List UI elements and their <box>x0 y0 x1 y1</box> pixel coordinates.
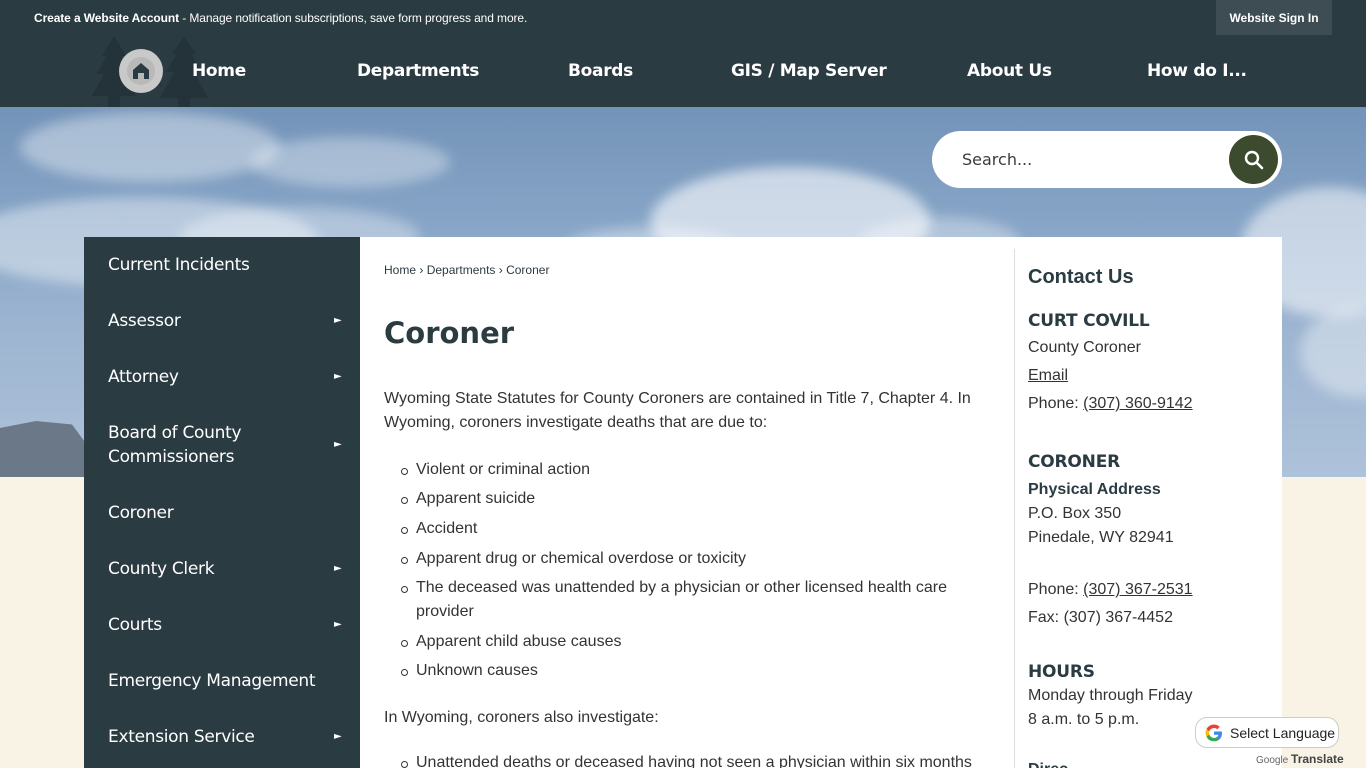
department-name: CORONER <box>1028 452 1121 472</box>
submenu-arrow-icon[interactable]: ► <box>334 619 342 630</box>
submenu-arrow-icon[interactable]: ► <box>334 371 342 382</box>
sidebar-item-assessor[interactable]: Assessor ► <box>84 309 360 333</box>
breadcrumb-separator: › <box>419 263 424 277</box>
nav-how-do-i[interactable]: How do I... <box>1147 61 1247 81</box>
sidebar-item-county-clerk[interactable]: County Clerk ► <box>84 557 360 581</box>
nav-departments[interactable]: Departments <box>357 61 479 81</box>
breadcrumb: Home › Departments › Coroner <box>384 263 549 277</box>
submenu-arrow-icon[interactable]: ► <box>334 563 342 574</box>
department-phone: Phone: (307) 367-2531 <box>1028 578 1193 602</box>
google-g-icon <box>1205 724 1222 741</box>
hours-heading: HOURS <box>1028 662 1095 682</box>
nav-about-us[interactable]: About Us <box>967 61 1052 81</box>
hours-time: 8 a.m. to 5 p.m. <box>1028 711 1140 728</box>
list-item: Violent or criminal action <box>401 458 996 482</box>
create-account-link[interactable]: Create a Website Account - Manage notifi… <box>34 11 527 25</box>
phone-label: Phone: <box>1028 581 1084 598</box>
sidebar-item-label: Attorney <box>108 367 179 387</box>
contact-role: County Coroner <box>1028 339 1141 356</box>
contact-name: CURT COVILL <box>1028 311 1150 331</box>
list-item: Accident <box>401 517 996 541</box>
list-item: Apparent child abuse causes <box>401 630 996 654</box>
breadcrumb-home[interactable]: Home <box>384 263 416 277</box>
mountain-graphic <box>0 421 90 477</box>
sidebar-item-label: Courts <box>108 615 162 635</box>
department-fax: Fax: (307) 367-4452 <box>1028 609 1173 626</box>
list-item: Apparent suicide <box>401 487 996 511</box>
phone-label: Phone: <box>1028 395 1084 412</box>
search-input[interactable] <box>962 147 1232 171</box>
sidebar-item-board-of-county-commissioners[interactable]: Board of County Commissioners ► <box>84 421 360 469</box>
nav-boards[interactable]: Boards <box>568 61 633 81</box>
breadcrumb-departments[interactable]: Departments <box>427 263 496 277</box>
phone-link[interactable]: (307) 360-9142 <box>1083 395 1192 412</box>
list-item: Apparent drug or chemical overdose or to… <box>401 547 996 571</box>
website-sign-in-button[interactable]: Website Sign In <box>1216 0 1332 35</box>
contact-phone: Phone: (307) 360-9142 <box>1028 392 1193 416</box>
sidebar-item-label: Extension Service <box>108 727 255 747</box>
home-icon-button[interactable] <box>119 49 163 93</box>
sidebar-item-label: Assessor <box>108 311 181 331</box>
search-icon <box>1244 150 1263 169</box>
main-nav: Home Departments Boards GIS / Map Server… <box>0 36 1366 107</box>
submenu-arrow-icon[interactable]: ► <box>334 731 342 742</box>
select-language-label: Select Language <box>1230 724 1336 741</box>
sidebar-item-label: Coroner <box>108 503 174 523</box>
phone-link[interactable]: (307) 367-2531 <box>1083 581 1192 598</box>
column-divider <box>1014 249 1015 768</box>
cloud <box>1300 307 1366 397</box>
submenu-arrow-icon[interactable]: ► <box>334 315 342 326</box>
sidebar-item-label: Emergency Management <box>108 671 316 691</box>
breadcrumb-separator: › <box>498 263 503 277</box>
account-bar: Create a Website Account - Manage notifi… <box>0 0 1366 36</box>
nav-home[interactable]: Home <box>192 61 246 81</box>
select-language-dropdown[interactable]: Select Language <box>1195 717 1339 748</box>
contact-us-heading: Contact Us <box>1028 266 1134 288</box>
sidebar-item-label: Current Incidents <box>108 255 250 275</box>
directions-heading: Direc <box>1028 758 1068 768</box>
nav-gis-map-server[interactable]: GIS / Map Server <box>731 61 887 81</box>
google-translate-credit[interactable]: Google Translate <box>1256 752 1344 766</box>
sidebar-item-coroner[interactable]: Coroner <box>84 501 360 525</box>
submenu-arrow-icon[interactable]: ► <box>334 439 342 450</box>
sidebar-item-courts[interactable]: Courts ► <box>84 613 360 637</box>
address-label: Physical Address <box>1028 481 1161 498</box>
address-line-1: P.O. Box 350 <box>1028 505 1122 522</box>
sidebar-item-label: County Clerk <box>108 559 215 579</box>
list-item: Unknown causes <box>401 659 996 683</box>
cloud <box>250 137 450 187</box>
cloud <box>20 112 280 182</box>
sidebar-item-attorney[interactable]: Attorney ► <box>84 365 360 389</box>
contact-email-link[interactable]: Email <box>1028 364 1068 388</box>
address-line-2: Pinedale, WY 82941 <box>1028 529 1174 546</box>
sidebar-item-current-incidents[interactable]: Current Incidents <box>84 253 360 277</box>
page-title: Coroner <box>384 316 515 350</box>
also-investigate-paragraph: In Wyoming, coroners also investigate: <box>384 709 659 726</box>
list-item: Unattended deaths or deceased having not… <box>401 751 996 768</box>
main-content: Home › Departments › Coroner Coroner Wyo… <box>360 237 1282 768</box>
list-item: The deceased was unattended by a physici… <box>401 576 996 624</box>
search-button[interactable] <box>1229 135 1278 184</box>
breadcrumb-current: Coroner <box>506 263 550 277</box>
intro-paragraph: Wyoming State Statutes for County Corone… <box>384 390 971 431</box>
sidebar-item-emergency-management[interactable]: Emergency Management <box>84 669 360 693</box>
department-sidebar: Current Incidents Assessor ► Attorney ► … <box>84 237 360 768</box>
home-icon <box>127 57 155 85</box>
sidebar-item-extension-service[interactable]: Extension Service ► <box>84 725 360 749</box>
hours-days: Monday through Friday <box>1028 687 1193 704</box>
sidebar-item-label: Board of County Commissioners <box>108 423 242 467</box>
